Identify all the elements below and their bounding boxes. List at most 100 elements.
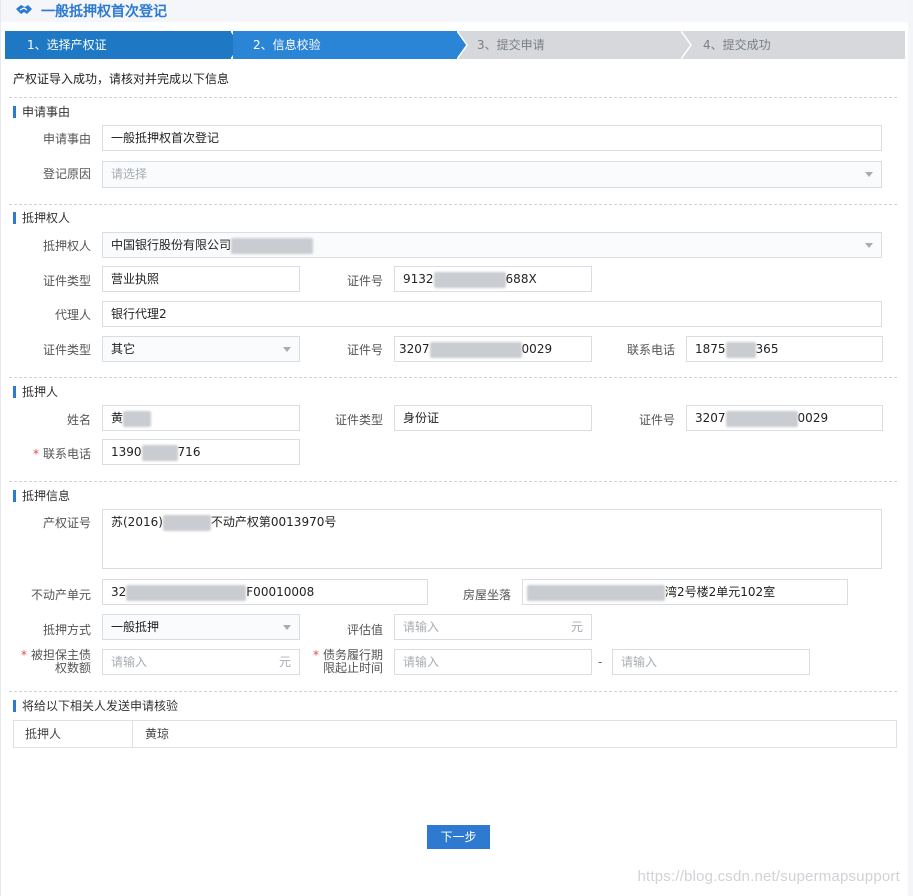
agent-cert-type-label: 证件类型 — [42, 343, 91, 357]
mortgagee-name-select[interactable]: 中国银行股份有限公司 — [102, 232, 882, 258]
redacted-mask — [429, 341, 522, 358]
apply-reason-value: 一般抵押权首次登记 — [111, 131, 220, 145]
section-divider — [9, 97, 897, 98]
section-title-mortgagee: 抵押权人 — [13, 212, 70, 224]
method-value: 一般抵押 — [111, 620, 160, 634]
mortgagor-name-label: 姓名 — [66, 413, 91, 427]
debt-label: * 被担保主债 权数额 — [15, 649, 91, 675]
agent-value: 银行代理2 — [111, 307, 167, 321]
cert-no-suffix: 0029 — [797, 411, 829, 425]
period-separator: - — [598, 655, 603, 669]
period-start-input[interactable]: 请输入 — [394, 649, 592, 675]
method-label: 抵押方式 — [42, 623, 91, 637]
step-4-label: 4、提交成功 — [703, 38, 771, 52]
chevron-down-icon — [283, 347, 291, 352]
valuation-label: 评估值 — [346, 623, 383, 637]
handshake-icon — [16, 5, 32, 14]
debt-placeholder: 请输入 — [111, 655, 148, 669]
step-1[interactable]: 1、选择产权证 — [5, 31, 231, 59]
register-reason-label: 登记原因 — [42, 167, 91, 181]
required-mark: * — [312, 648, 319, 662]
step-3[interactable]: 3、提交申请 — [471, 31, 682, 59]
register-reason-placeholder: 请选择 — [111, 167, 148, 181]
section-title-verify: 将给以下相关人发送申请核验 — [13, 700, 178, 712]
period-label: * 债务履行期 限起止时间 — [307, 649, 383, 675]
section-title-mortgage-info: 抵押信息 — [13, 490, 70, 502]
property-cert-prefix: 苏(2016) — [111, 515, 163, 529]
period-end-input[interactable]: 请输入 — [612, 649, 810, 675]
redacted-mask — [126, 584, 247, 601]
agent-phone-field[interactable]: 1875 365 — [686, 336, 883, 362]
mortgagor-cert-type-field[interactable]: 身份证 — [394, 405, 592, 431]
mortgagor-cert-no-field[interactable]: 3207 0029 — [686, 405, 883, 431]
cert-no-suffix: 688X — [505, 272, 537, 286]
redacted-mask — [725, 410, 798, 427]
valuation-placeholder: 请输入 — [403, 620, 440, 634]
mortgagor-cert-no-label: 证件号 — [638, 413, 675, 427]
watermark-url: https://blog.csdn.net/supermapsupport — [637, 868, 900, 885]
unit-field[interactable]: 32 F00010008 — [102, 579, 428, 605]
mortgagee-cert-type-label: 证件类型 — [42, 274, 91, 288]
mortgagor-name-field[interactable]: 黄 — [102, 405, 300, 431]
mortgagor-phone-field[interactable]: 1390 716 — [102, 439, 300, 465]
phone-prefix: 1875 — [695, 342, 726, 356]
required-mark: * — [20, 648, 27, 662]
mortgagee-cert-type-field[interactable]: 营业执照 — [102, 266, 300, 292]
mortgagor-name-value: 黄 — [111, 411, 124, 425]
redacted-mask — [527, 584, 665, 601]
property-cert-label: 产权证号 — [42, 516, 91, 530]
agent-cert-no-field[interactable]: 3207 0029 — [394, 336, 592, 362]
agent-cert-no-label: 证件号 — [346, 343, 383, 357]
step-2[interactable]: 2、信息校验 — [233, 31, 458, 59]
phone-prefix: 1390 — [111, 445, 142, 459]
step-progress: 1、选择产权证 2、信息校验 3、提交申请 4、提交成功 — [5, 31, 905, 59]
step-3-label: 3、提交申请 — [477, 38, 545, 52]
property-cert-textarea[interactable]: 苏(2016) 不动产权第0013970号 — [102, 509, 882, 569]
section-title-reason: 申请事由 — [13, 106, 70, 118]
section-divider — [9, 377, 897, 378]
debt-input[interactable]: 请输入 元 — [102, 649, 300, 675]
redacted-mask — [162, 514, 211, 531]
mortgagor-cert-type-label: 证件类型 — [334, 413, 383, 427]
mortgagee-cert-no-field[interactable]: 9132 688X — [394, 266, 592, 292]
method-select[interactable]: 一般抵押 — [102, 614, 300, 640]
verify-table: 抵押人 黄琼 — [13, 720, 897, 748]
next-step-button[interactable]: 下一步 — [427, 825, 490, 849]
cert-no-prefix: 3207 — [695, 411, 726, 425]
cert-no-prefix: 3207 — [399, 342, 430, 356]
agent-phone-label: 联系电话 — [626, 343, 675, 357]
property-cert-suffix: 不动产权第0013970号 — [210, 515, 337, 529]
period-label-line2: 限起止时间 — [322, 661, 383, 675]
location-suffix: 湾2号楼2单元102室 — [665, 585, 776, 599]
section-title-mortgagor: 抵押人 — [13, 386, 58, 398]
unit-suffix: F00010008 — [246, 585, 315, 599]
chevron-down-icon — [865, 172, 873, 177]
agent-cert-type-select[interactable]: 其它 — [102, 336, 300, 362]
redacted-mask — [231, 237, 314, 254]
unit-label: 不动产单元 — [30, 588, 91, 602]
step-4[interactable]: 4、提交成功 — [695, 31, 905, 59]
phone-suffix: 365 — [755, 342, 779, 356]
period-end-placeholder: 请输入 — [621, 655, 658, 669]
register-reason-select[interactable]: 请选择 — [102, 161, 882, 188]
location-field[interactable]: 湾2号楼2单元102室 — [522, 579, 848, 605]
mortgagor-phone-label: * 联系电话 — [21, 445, 91, 462]
mortgagee-name-label: 抵押权人 — [42, 239, 91, 253]
period-start-placeholder: 请输入 — [403, 655, 440, 669]
required-mark: * — [32, 447, 39, 461]
chevron-down-icon — [865, 243, 873, 248]
verify-role-cell: 抵押人 — [14, 721, 133, 747]
redacted-mask — [123, 410, 152, 427]
unit-prefix: 32 — [111, 585, 127, 599]
mortgagor-phone-label-text: 联系电话 — [42, 447, 91, 461]
redacted-mask — [433, 271, 506, 288]
cert-no-prefix: 9132 — [403, 272, 434, 286]
redacted-mask — [141, 444, 178, 461]
valuation-input[interactable]: 请输入 元 — [394, 614, 592, 640]
chevron-down-icon — [283, 625, 291, 630]
mortgagee-name-value: 中国银行股份有限公司 — [111, 238, 232, 252]
location-label: 房屋坐落 — [462, 588, 511, 602]
agent-cert-type-value: 其它 — [111, 342, 136, 356]
agent-field[interactable]: 银行代理2 — [102, 301, 882, 327]
page-header: 一般抵押权首次登记 — [1, 0, 909, 22]
